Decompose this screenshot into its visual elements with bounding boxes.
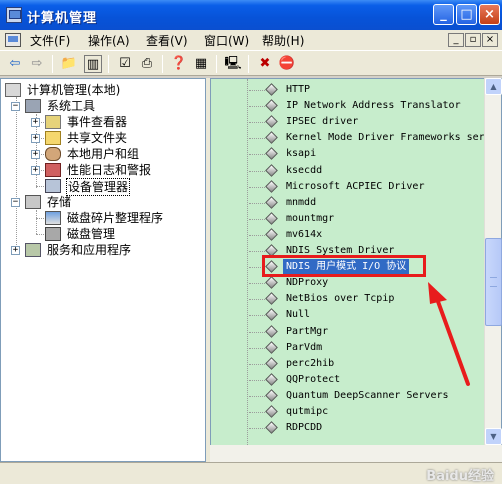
title-bar[interactable]: 计算机管理 _ □ × [0, 0, 502, 30]
menu-view[interactable]: 查看(V) [146, 32, 188, 49]
toolbar: ⇦ ⇨ 📁 ▥ ☑ ⎙ ❓ ▦ 🖳 ✖ ⛔ [0, 50, 502, 76]
device-manager-icon [45, 179, 61, 193]
expand-toggle[interactable]: + [31, 166, 40, 175]
device-list-item-label: Kernel Mode Driver Frameworks ser [286, 132, 485, 143]
device-list-item-label: IP Network Address Translator [286, 100, 461, 111]
up-folder-icon[interactable]: 📁 [60, 55, 78, 73]
scan-hardware-icon[interactable]: 🖳 [224, 55, 242, 73]
mdi-document-icon[interactable] [5, 33, 21, 47]
menu-action[interactable]: 操作(A) [88, 32, 130, 49]
mdi-minimize-button[interactable]: _ [448, 33, 464, 47]
services-icon [25, 243, 41, 257]
expand-toggle[interactable]: + [31, 134, 40, 143]
print-icon[interactable]: ⎙ [138, 55, 156, 73]
mdi-window-controls: _ ▫ × [447, 32, 498, 47]
device-list-item-label: Microsoft ACPIEC Driver [286, 181, 425, 192]
device-list-item-label: RDPCDD [286, 422, 323, 433]
help-icon[interactable]: ❓ [170, 55, 188, 73]
users-icon [45, 147, 61, 161]
collapse-toggle[interactable]: − [11, 102, 20, 111]
horizontal-scrollbar[interactable] [210, 445, 502, 462]
device-list-item-label: mv614x [286, 229, 323, 240]
device-list-item-label: IPSEC driver [286, 116, 359, 127]
event-viewer-icon [45, 115, 61, 129]
menu-window[interactable]: 窗口(W) [204, 32, 249, 49]
expand-toggle[interactable]: + [31, 150, 40, 159]
device-list-item-label: qutmipc [286, 406, 329, 417]
close-button[interactable]: × [479, 4, 500, 25]
device-list-item-label: mnmdd [286, 197, 317, 208]
device-list-item-label: NetBios over Tcpip [286, 293, 395, 304]
menu-file[interactable]: 文件(F) [30, 32, 70, 49]
console-tree[interactable]: 计算机管理(本地) − 系统工具 + 事件查看器 + 共享文件夹 + 本地用户和… [0, 78, 206, 462]
menu-bar: 文件(F) 操作(A) 查看(V) 窗口(W) 帮助(H) _ ▫ × [0, 30, 502, 50]
expand-toggle[interactable]: + [31, 118, 40, 127]
device-list-item-label: PartMgr [286, 326, 329, 337]
device-list-item-label: QQProtect [286, 374, 341, 385]
maximize-button[interactable]: □ [456, 4, 477, 25]
storage-icon [25, 195, 41, 209]
device-list-item-label: ParVdm [286, 342, 323, 353]
mdi-restore-button[interactable]: ▫ [465, 33, 481, 47]
device-list-item-label: ksapi [286, 148, 317, 159]
forward-icon[interactable]: ⇨ [28, 55, 46, 73]
uninstall-icon[interactable]: ✖ [256, 55, 274, 73]
back-icon[interactable]: ⇦ [6, 55, 24, 73]
scroll-thumb[interactable] [485, 238, 502, 326]
show-hide-action-pane-icon[interactable]: ▦ [192, 55, 210, 73]
mdi-close-button[interactable]: × [482, 33, 498, 47]
tools-icon [25, 99, 41, 113]
device-list-item-label: Null [286, 309, 311, 320]
computer-icon [5, 83, 21, 97]
shared-folder-icon [45, 131, 61, 145]
expand-toggle[interactable]: + [11, 246, 20, 255]
window-title: 计算机管理 [27, 11, 98, 26]
device-list-item-label: NDProxy [286, 277, 329, 288]
scroll-up-icon[interactable]: ▲ [485, 78, 502, 95]
device-list-item-label: perc2hib [286, 358, 335, 369]
watermark: Baidu经验 [426, 469, 494, 484]
minimize-button[interactable]: _ [433, 4, 454, 25]
device-list-item-label: HTTP [286, 84, 311, 95]
device-list-item-label: mountmgr [286, 213, 335, 224]
device-list-item-label: ksecdd [286, 165, 323, 176]
computer-management-icon [6, 7, 22, 23]
device-list-item-label: Quantum DeepScanner Servers [286, 390, 449, 401]
scroll-down-icon[interactable]: ▼ [485, 428, 502, 445]
disk-icon [45, 227, 61, 241]
vertical-scrollbar[interactable]: ▲ ▼ [484, 78, 502, 445]
properties-icon[interactable]: ☑ [116, 55, 134, 73]
disable-device-icon[interactable]: ⛔ [278, 55, 296, 73]
show-hide-tree-icon[interactable]: ▥ [84, 55, 102, 73]
status-bar: Baidu经验 [0, 462, 502, 484]
performance-icon [45, 163, 61, 177]
menu-help[interactable]: 帮助(H) [262, 32, 304, 49]
collapse-toggle[interactable]: − [11, 198, 20, 207]
defrag-icon [45, 211, 61, 225]
highlight-annotation-box [262, 255, 426, 277]
